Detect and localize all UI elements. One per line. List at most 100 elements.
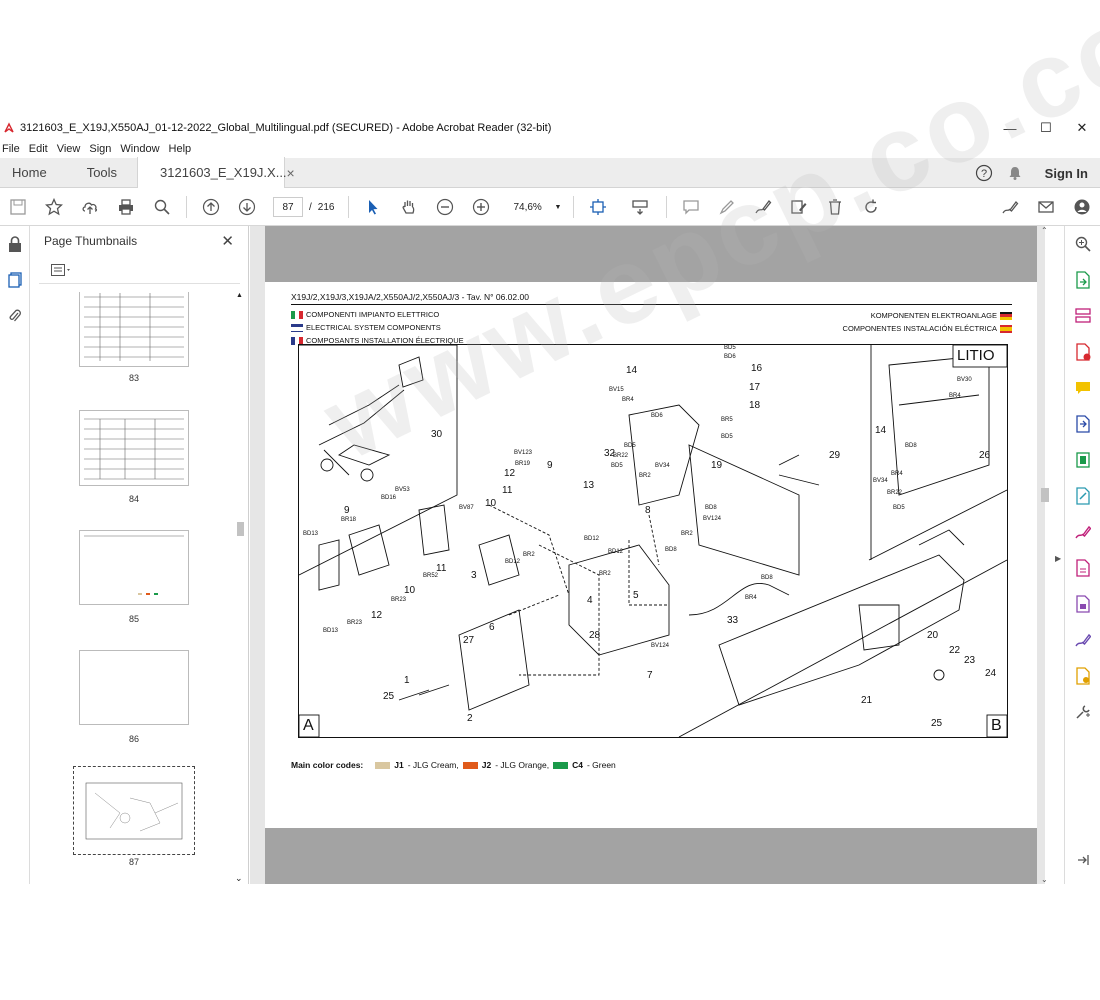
scroll-down-arrow-icon[interactable]: ⌄ xyxy=(1041,875,1048,884)
scroll-up-arrow-icon[interactable]: ▲ xyxy=(236,292,243,299)
page-thumbnails-icon[interactable] xyxy=(0,262,30,298)
thumbnails-header: Page Thumbnails ✕ xyxy=(31,226,248,256)
thumbnail-scrollbar[interactable]: ▲ ⌄ xyxy=(235,292,245,884)
fill-sign-icon[interactable] xyxy=(781,189,817,225)
signature-pen-icon[interactable] xyxy=(1065,622,1100,658)
highlight-pen-icon[interactable] xyxy=(709,189,745,225)
thumbnail-scroll-thumb[interactable] xyxy=(237,522,244,536)
expand-panel-icon[interactable] xyxy=(1065,842,1100,878)
page-thumbnail[interactable] xyxy=(79,650,189,725)
callout-number: 24 xyxy=(985,668,997,679)
hand-tool-icon[interactable] xyxy=(391,189,427,225)
scroll-mode-icon[interactable] xyxy=(622,189,658,225)
print-icon[interactable] xyxy=(108,189,144,225)
toolbar-divider xyxy=(186,196,187,218)
callout-number: 22 xyxy=(949,645,961,656)
next-page-icon[interactable] xyxy=(229,189,265,225)
page-number-input[interactable]: 87 xyxy=(273,197,303,217)
thumbnail-page-number: 86 xyxy=(128,734,139,744)
fit-page-icon[interactable] xyxy=(580,189,616,225)
fill-and-sign-icon[interactable] xyxy=(1065,514,1100,550)
organize-pages-icon[interactable] xyxy=(1065,298,1100,334)
tab-tools[interactable]: Tools xyxy=(59,158,129,188)
more-tools-icon[interactable] xyxy=(1065,694,1100,730)
create-pdf-icon[interactable] xyxy=(1065,334,1100,370)
menu-view[interactable]: View xyxy=(55,143,85,155)
compress-pdf-icon[interactable] xyxy=(1065,442,1100,478)
page-thumbnail[interactable] xyxy=(79,410,189,486)
acrobat-window: 3121603_E_X19J,X550AJ_01-12-2022_Global_… xyxy=(0,0,1100,884)
select-cursor-icon[interactable] xyxy=(355,189,391,225)
save-icon[interactable] xyxy=(0,189,36,225)
tab-document[interactable]: 3121603_E_X19J.X... × xyxy=(137,157,295,188)
edit-pdf-icon[interactable] xyxy=(1065,478,1100,514)
sign-in-button[interactable]: Sign In xyxy=(1045,166,1088,181)
menu-file[interactable]: File xyxy=(0,143,24,155)
bookmark-star-icon[interactable] xyxy=(36,189,72,225)
right-tools-rail xyxy=(1064,226,1100,884)
tab-close-icon[interactable]: × xyxy=(287,165,295,181)
ref-label: BD13 xyxy=(323,628,339,634)
scroll-down-arrow-icon[interactable]: ⌄ xyxy=(235,873,243,884)
send-for-signature-icon[interactable] xyxy=(992,189,1028,225)
cloud-upload-icon[interactable] xyxy=(72,189,108,225)
zoom-value: 74,6% xyxy=(513,201,542,213)
email-icon[interactable] xyxy=(1028,189,1064,225)
page-thumbnail[interactable] xyxy=(79,530,189,605)
page-thumbnail-selected[interactable] xyxy=(73,766,195,855)
share-user-icon[interactable] xyxy=(1064,189,1100,225)
label-english: ELECTRICAL SYSTEM COMPONENTS xyxy=(291,323,441,332)
attachment-icon[interactable] xyxy=(0,298,30,334)
toolbar: 87 / 216 74,6% ▼ xyxy=(0,189,1100,226)
comment-icon[interactable] xyxy=(673,189,709,225)
zoom-select[interactable]: 74,6% ▼ xyxy=(509,197,565,217)
document-scroll-thumb[interactable] xyxy=(1041,488,1049,502)
thumbnail-options[interactable] xyxy=(39,256,240,284)
close-panel-icon[interactable]: ✕ xyxy=(221,232,234,250)
ref-label: BR22 xyxy=(613,453,629,459)
zoom-in-icon[interactable] xyxy=(463,189,499,225)
rotate-icon[interactable] xyxy=(853,189,889,225)
sign-pen-icon[interactable] xyxy=(745,189,781,225)
ref-label: BD8 xyxy=(665,547,677,553)
search-icon[interactable] xyxy=(144,189,180,225)
send-for-review-icon[interactable] xyxy=(1065,658,1100,694)
scroll-up-arrow-icon[interactable]: ⌃ xyxy=(1041,226,1048,235)
combine-files-icon[interactable] xyxy=(1065,406,1100,442)
protect-icon[interactable] xyxy=(1065,586,1100,622)
menu-sign[interactable]: Sign xyxy=(87,143,115,155)
page-gap-top xyxy=(265,226,1037,282)
thumbnail-options-icon xyxy=(51,263,70,276)
collapse-panel-right-icon[interactable]: ▶ xyxy=(1055,554,1061,563)
thumbnail-page-number: 84 xyxy=(128,494,139,504)
bell-icon[interactable] xyxy=(1007,165,1023,181)
legend-code: J2 xyxy=(481,760,492,770)
close-button[interactable]: ✕ xyxy=(1064,116,1100,140)
menu-edit[interactable]: Edit xyxy=(27,143,52,155)
thumbnail-page-number: 87 xyxy=(128,857,139,867)
export-pdf-icon[interactable] xyxy=(1065,262,1100,298)
menu-window[interactable]: Window xyxy=(118,143,163,155)
previous-page-icon[interactable] xyxy=(193,189,229,225)
ref-label: BD13 xyxy=(303,531,319,537)
callout-number: 6 xyxy=(489,622,495,633)
help-icon[interactable]: ? xyxy=(975,164,993,182)
menu-help[interactable]: Help xyxy=(167,143,196,155)
document-scrollbar[interactable]: ⌃ ⌄ xyxy=(1039,226,1051,884)
lock-icon[interactable] xyxy=(0,226,30,262)
tab-home[interactable]: Home xyxy=(0,158,59,188)
comment-tool-icon[interactable] xyxy=(1065,370,1100,406)
color-code-legend: Main color codes: J1 - JLG Cream, J2 - J… xyxy=(291,760,616,770)
delete-icon[interactable] xyxy=(817,189,853,225)
legend-code: J1 xyxy=(394,760,404,770)
minimize-button[interactable]: — xyxy=(992,116,1028,140)
callout-number: 29 xyxy=(829,450,841,461)
menu-bar: File Edit View Sign Window Help xyxy=(0,140,198,158)
request-signatures-icon[interactable] xyxy=(1065,550,1100,586)
legend-title: Main color codes: xyxy=(291,760,364,770)
ref-label: BR23 xyxy=(347,620,363,626)
zoom-out-icon[interactable] xyxy=(427,189,463,225)
page-thumbnail[interactable] xyxy=(79,292,189,367)
maximize-button[interactable]: ☐ xyxy=(1028,116,1064,140)
zoom-search-icon[interactable] xyxy=(1065,226,1100,262)
